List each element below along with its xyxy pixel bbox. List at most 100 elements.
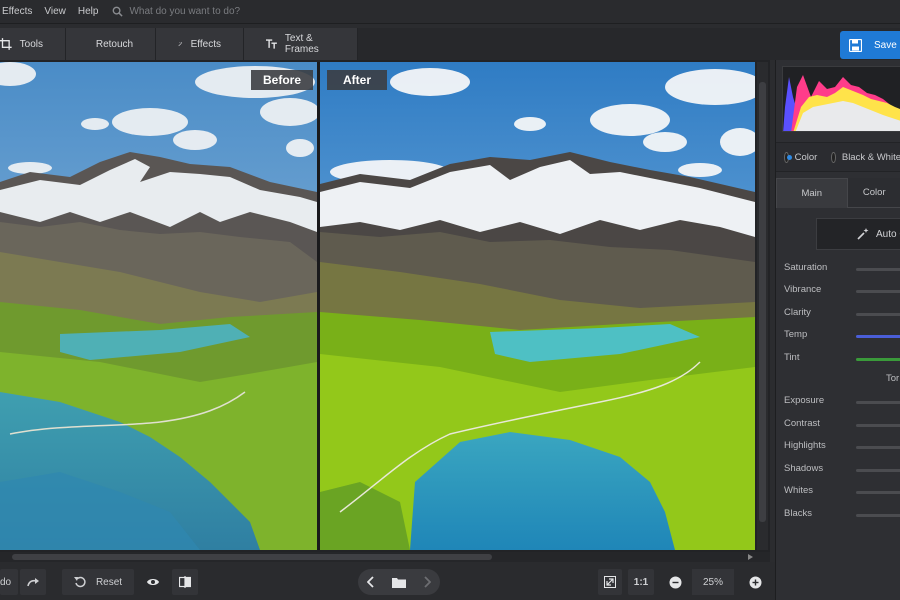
save-label: Save — [874, 39, 897, 51]
undo-button[interactable]: do — [0, 569, 18, 595]
highlights-slider[interactable] — [856, 446, 900, 449]
fit-screen-icon — [604, 576, 616, 588]
adjustments-panel: Color Black & White Main Color Auto C Sa… — [775, 60, 900, 600]
tab-effects[interactable]: Effects — [156, 28, 244, 60]
menu-view[interactable]: View — [38, 6, 72, 17]
highlights-label: Highlights — [784, 440, 826, 451]
whites-label: Whites — [784, 485, 814, 496]
previous-image-icon[interactable] — [366, 576, 375, 588]
histogram — [782, 66, 900, 132]
after-image-pane[interactable]: After — [320, 62, 755, 550]
contrast-slider-row: Contrast — [784, 418, 900, 429]
saturation-slider[interactable] — [856, 268, 900, 271]
tint-label: Tint — [784, 352, 800, 363]
blacks-slider-row: Blacks — [784, 508, 900, 519]
text-icon — [266, 39, 277, 49]
tab-color[interactable]: Color — [847, 178, 900, 208]
vibrance-label: Vibrance — [784, 284, 822, 295]
tab-main[interactable]: Main — [776, 178, 848, 208]
before-image-pane[interactable]: Before — [0, 62, 317, 550]
crop-icon — [0, 38, 12, 50]
magic-wand-icon — [178, 42, 183, 47]
search-field[interactable]: What do you want to do? — [112, 6, 240, 17]
photo-editor-window: Effects View Help What do you want to do… — [0, 0, 900, 600]
zoom-in-icon — [749, 576, 761, 588]
image-navigation — [358, 569, 440, 595]
menu-bar: Effects View Help What do you want to do… — [0, 0, 900, 24]
scroll-right-arrow-icon[interactable] — [748, 554, 753, 560]
compare-button[interactable] — [172, 569, 198, 595]
image-canvas[interactable]: Before After — [0, 60, 770, 552]
tint-slider-row: Tint — [784, 352, 900, 363]
blacks-label: Blacks — [784, 508, 812, 519]
shadows-slider[interactable] — [856, 469, 900, 472]
after-label: After — [327, 70, 388, 90]
exposure-slider-row: Exposure — [784, 395, 900, 406]
redo-icon — [26, 577, 39, 586]
temp-label: Temp — [784, 329, 808, 340]
color-radio[interactable] — [784, 151, 792, 163]
mountain-lake-photo-after — [320, 62, 755, 550]
shadows-label: Shadows — [784, 463, 824, 474]
floppy-disk-icon — [849, 38, 862, 52]
zoom-out-button[interactable] — [662, 569, 688, 595]
black-white-radio-label: Black & White — [841, 151, 900, 163]
tint-slider[interactable] — [856, 358, 900, 361]
vertical-scrollbar[interactable] — [757, 62, 768, 550]
zoom-level-field[interactable]: 25% — [692, 569, 734, 595]
zoom-in-button[interactable] — [742, 569, 768, 595]
shadows-slider-row: Shadows — [784, 463, 900, 474]
menu-effects[interactable]: Effects — [0, 6, 38, 17]
tab-text-frames[interactable]: Text & Frames — [244, 28, 358, 60]
tool-tabs: Tools Retouch Effects Text & Frames — [0, 28, 358, 60]
mountain-lake-photo-before — [0, 62, 317, 550]
saturation-label: Saturation — [784, 262, 828, 273]
tab-effects-label: Effects — [190, 38, 221, 50]
horizontal-scrollbar[interactable] — [0, 552, 770, 562]
whites-slider-row: Whites — [784, 485, 900, 496]
undo-label: do — [0, 576, 12, 588]
highlights-slider-row: Highlights — [784, 440, 900, 451]
preview-toggle-button[interactable] — [140, 569, 166, 595]
exposure-label: Exposure — [784, 395, 825, 406]
tab-tools-label: Tools — [19, 38, 43, 50]
redo-button[interactable] — [20, 569, 46, 595]
black-white-radio[interactable] — [831, 151, 836, 163]
exposure-slider[interactable] — [856, 401, 900, 404]
temp-slider[interactable] — [856, 335, 900, 338]
clarity-slider-row: Clarity — [784, 307, 900, 318]
horizontal-scroll-thumb[interactable] — [12, 554, 492, 560]
color-mode-selector: Color Black & White — [776, 142, 900, 172]
tone-section-label: Tor — [886, 373, 900, 384]
color-radio-label: Color — [794, 151, 818, 163]
vibrance-slider[interactable] — [856, 290, 900, 293]
open-folder-icon[interactable] — [391, 577, 406, 588]
menu-help[interactable]: Help — [72, 6, 105, 17]
whites-slider[interactable] — [856, 491, 900, 494]
vibrance-slider-row: Vibrance — [784, 284, 900, 295]
contrast-label: Contrast — [784, 418, 820, 429]
search-icon — [113, 6, 124, 17]
next-image-icon[interactable] — [423, 576, 432, 588]
bottom-bar: do Reset 1:1 25% — [0, 562, 775, 600]
save-button[interactable]: Save — [840, 31, 900, 59]
auto-correction-label: Auto C — [876, 228, 900, 240]
search-placeholder: What do you want to do? — [129, 6, 241, 17]
eye-icon — [147, 579, 159, 585]
reset-button[interactable]: Reset — [62, 569, 134, 595]
fit-to-screen-button[interactable] — [598, 569, 622, 595]
temp-slider-row: Temp — [784, 329, 900, 340]
tab-text-frames-label: Text & Frames — [284, 33, 319, 55]
magic-wand-icon — [857, 228, 869, 240]
blacks-slider[interactable] — [856, 514, 900, 517]
clarity-slider[interactable] — [856, 313, 900, 316]
reset-icon — [73, 576, 86, 588]
panel-tabs: Main Color — [776, 178, 900, 208]
vertical-scroll-thumb[interactable] — [759, 82, 766, 522]
tab-retouch[interactable]: Retouch — [66, 28, 156, 60]
tab-retouch-label: Retouch — [95, 38, 134, 50]
tab-tools[interactable]: Tools — [0, 28, 66, 60]
actual-size-button[interactable]: 1:1 — [628, 569, 654, 595]
auto-correction-button[interactable]: Auto C — [816, 218, 900, 250]
contrast-slider[interactable] — [856, 424, 900, 427]
